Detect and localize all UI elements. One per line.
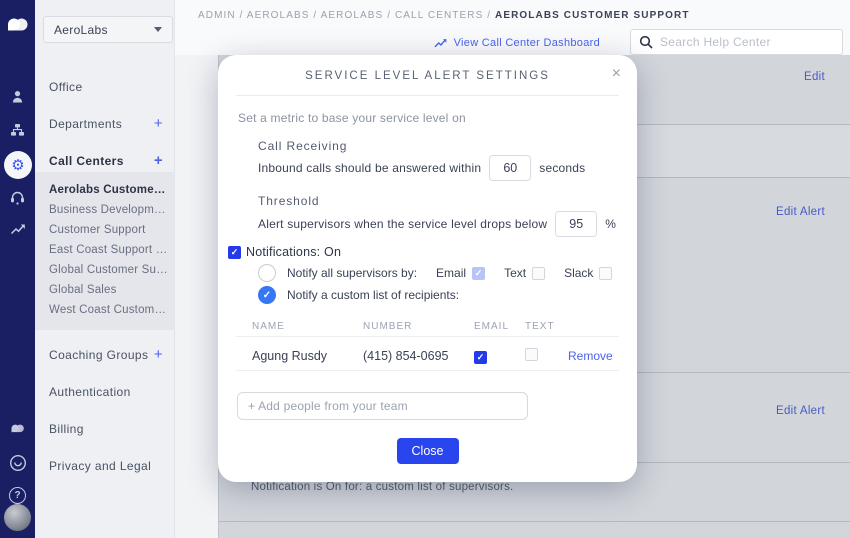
col-name: NAME — [252, 321, 363, 332]
all-supervisors-radio[interactable] — [258, 264, 276, 282]
settings-sidebar: AeroLabs Office Departments + Call Cente… — [35, 0, 175, 538]
submenu-item-west-coast-customer[interactable]: West Coast Customer... — [35, 300, 175, 320]
breadcrumb: ADMIN / AEROLABS / AEROLABS / CALL CENTE… — [198, 10, 690, 21]
org-selector[interactable]: AeroLabs — [43, 16, 173, 43]
breadcrumb-path: ADMIN / AEROLABS / AEROLABS / CALL CENTE… — [198, 10, 495, 21]
notifications-checkbox[interactable] — [228, 246, 241, 259]
chevron-down-icon — [154, 27, 162, 32]
email-channel-label: Email — [436, 266, 466, 280]
analytics-trend-icon[interactable] — [0, 215, 35, 243]
submenu-item-global-customer-support[interactable]: Global Customer Sup... — [35, 260, 175, 280]
divider — [236, 370, 619, 371]
divider — [236, 336, 619, 337]
org-selector-label: AeroLabs — [54, 23, 154, 37]
add-call-center-icon[interactable]: + — [154, 152, 163, 169]
help-search[interactable] — [630, 29, 843, 55]
sidebar-item-label: Privacy and Legal — [49, 459, 151, 473]
sidebar-item-office[interactable]: Office — [35, 80, 175, 94]
submenu-item-aerolabs-customer-support[interactable]: Aerolabs Customer S... — [35, 180, 175, 200]
col-text: TEXT — [525, 321, 568, 332]
threshold-heading: Threshold — [258, 194, 319, 208]
sidebar-item-label: Coaching Groups — [49, 348, 148, 362]
sidebar-item-departments[interactable]: Departments + — [35, 117, 175, 131]
trend-line-icon — [433, 37, 448, 49]
submenu-item-business-development[interactable]: Business Development — [35, 200, 175, 220]
close-icon[interactable]: × — [612, 65, 621, 83]
add-people-input[interactable] — [237, 392, 528, 420]
col-number: NUMBER — [363, 321, 474, 332]
sidebar-item-label: Call Centers — [49, 154, 124, 168]
notify-custom-list-row: Notify a custom list of recipients: — [258, 286, 459, 304]
headset-icon[interactable] — [0, 183, 35, 211]
submenu-item-customer-support[interactable]: Customer Support — [35, 220, 175, 240]
sidebar-item-call-centers[interactable]: Call Centers + — [35, 154, 175, 168]
gear-icon: ⚙ — [11, 158, 24, 173]
call-receiving-heading: Call Receiving — [258, 139, 347, 153]
search-input[interactable] — [660, 35, 834, 49]
call-centers-submenu: Aerolabs Customer S... Business Developm… — [35, 172, 175, 330]
recipients-table-header: NAME NUMBER EMAIL TEXT — [252, 321, 617, 332]
feedback-smiley-icon[interactable] — [0, 449, 35, 477]
call-receiving-row: Inbound calls should be answered within … — [258, 155, 585, 181]
seconds-input[interactable] — [489, 155, 531, 181]
divider — [236, 95, 619, 96]
dialpad-mini-icon[interactable] — [0, 415, 35, 443]
threshold-text: Alert supervisors when the service level… — [258, 217, 547, 231]
view-dashboard-label: View Call Center Dashboard — [454, 37, 600, 49]
all-supervisors-label: Notify all supervisors by: — [287, 266, 417, 280]
modal-title: SERVICE LEVEL ALERT SETTINGS — [218, 70, 637, 82]
email-channel-checkbox[interactable] — [472, 267, 485, 280]
search-icon — [639, 35, 653, 49]
dialpad-logo-icon — [6, 16, 29, 40]
channel-text: Text — [504, 266, 545, 280]
custom-list-label: Notify a custom list of recipients: — [287, 288, 459, 302]
channel-slack: Slack — [564, 266, 612, 280]
recipient-name: Agung Rusdy — [252, 349, 363, 363]
notify-all-supervisors-row: Notify all supervisors by: Email Text Sl… — [258, 264, 612, 282]
col-email: EMAIL — [474, 321, 525, 332]
recipient-text-checkbox[interactable] — [525, 348, 538, 361]
user-avatar[interactable] — [4, 504, 31, 531]
slack-channel-label: Slack — [564, 266, 593, 280]
recipient-number: (415) 854-0695 — [363, 349, 474, 363]
text-channel-checkbox[interactable] — [532, 267, 545, 280]
seconds-unit-label: seconds — [539, 161, 585, 175]
sidebar-item-billing[interactable]: Billing — [35, 422, 175, 436]
percent-unit-label: % — [605, 217, 616, 231]
icon-rail: ⚙ ? — [0, 0, 35, 538]
sidebar-item-label: Authentication — [49, 385, 131, 399]
recipient-email-checkbox[interactable] — [474, 351, 487, 364]
add-department-icon[interactable]: + — [154, 115, 163, 132]
threshold-input[interactable] — [555, 211, 597, 237]
channel-email: Email — [436, 266, 485, 280]
remove-recipient-link[interactable]: Remove — [568, 349, 613, 363]
call-receiving-text: Inbound calls should be answered within — [258, 161, 481, 175]
sidebar-item-label: Billing — [49, 422, 84, 436]
sidebar-item-coaching-groups[interactable]: Coaching Groups + — [35, 348, 175, 362]
service-level-alert-modal: SERVICE LEVEL ALERT SETTINGS × Set a met… — [218, 55, 637, 482]
add-coaching-group-icon[interactable]: + — [154, 346, 163, 363]
sidebar-item-label: Office — [49, 80, 83, 94]
slack-channel-checkbox[interactable] — [599, 267, 612, 280]
sidebar-item-label: Departments — [49, 117, 122, 131]
sidebar-item-privacy-legal[interactable]: Privacy and Legal — [35, 459, 175, 473]
submenu-item-east-coast-support[interactable]: East Coast Support 2... — [35, 240, 175, 260]
sidebar-item-authentication[interactable]: Authentication — [35, 385, 175, 399]
text-channel-label: Text — [504, 266, 526, 280]
org-chart-icon[interactable] — [0, 116, 35, 144]
recipient-row: Agung Rusdy (415) 854-0695 Remove — [252, 343, 617, 369]
notifications-label: Notifications: On — [246, 245, 341, 259]
threshold-row: Alert supervisors when the service level… — [258, 211, 616, 237]
breadcrumb-current: AEROLABS CUSTOMER SUPPORT — [495, 10, 690, 21]
close-button[interactable]: Close — [397, 438, 459, 464]
submenu-item-global-sales[interactable]: Global Sales — [35, 280, 175, 300]
page-header: ADMIN / AEROLABS / AEROLABS / CALL CENTE… — [175, 0, 850, 55]
modal-intro-text: Set a metric to base your service level … — [238, 111, 466, 125]
notifications-toggle-row: Notifications: On — [228, 245, 341, 259]
custom-list-radio[interactable] — [258, 286, 276, 304]
settings-icon-active[interactable]: ⚙ — [4, 151, 32, 179]
view-dashboard-link[interactable]: View Call Center Dashboard — [433, 37, 600, 49]
user-icon[interactable] — [0, 83, 35, 111]
